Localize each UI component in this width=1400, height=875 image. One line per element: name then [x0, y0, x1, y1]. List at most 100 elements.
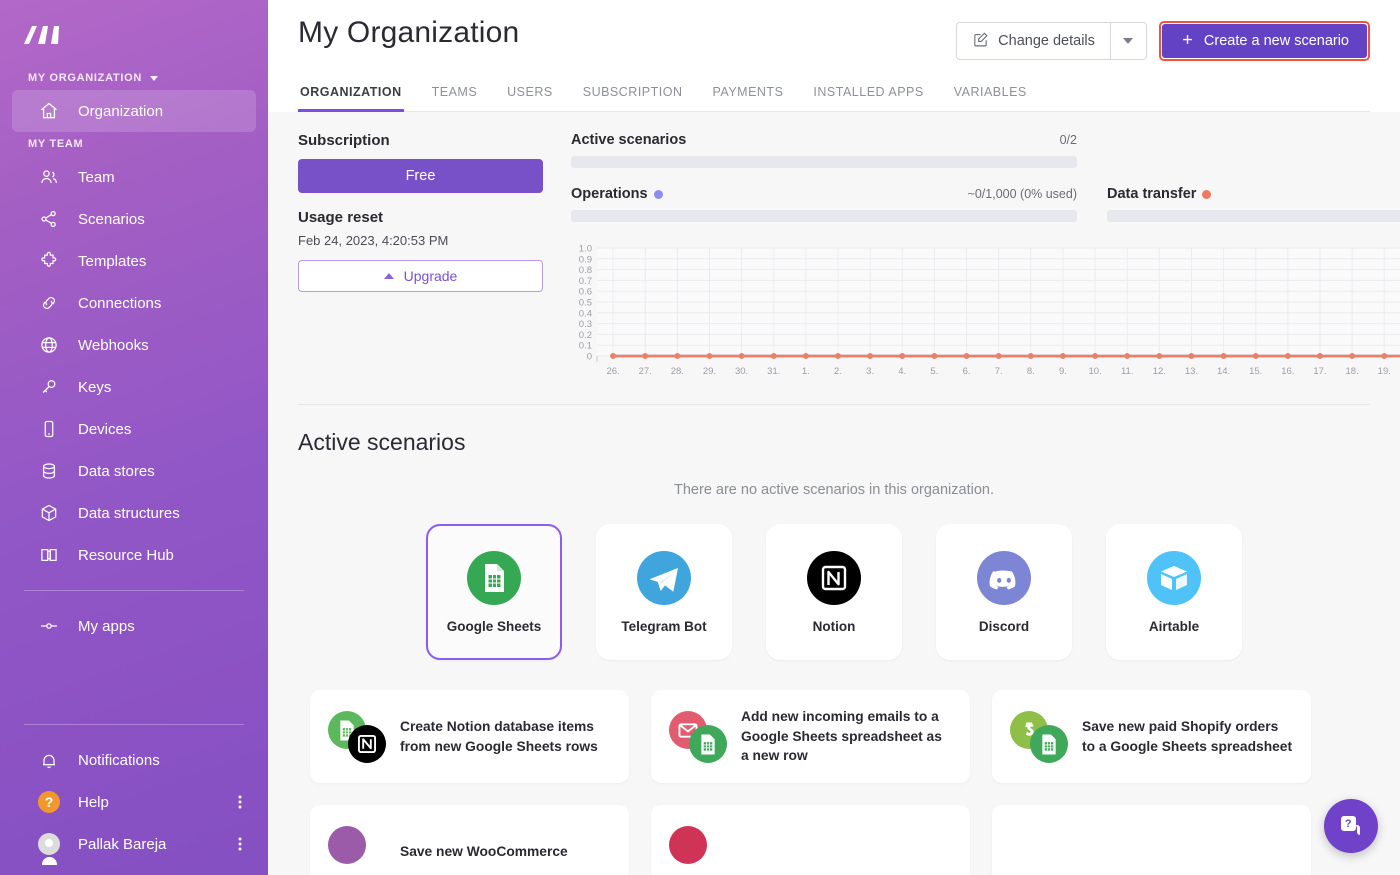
sidebar-item-team[interactable]: Team — [12, 156, 256, 198]
svg-text:0.9: 0.9 — [579, 254, 592, 265]
app-tile-telegram-bot[interactable]: Telegram Bot — [596, 524, 732, 660]
svg-text:16.: 16. — [1281, 366, 1294, 377]
change-details-button[interactable]: Change details — [957, 23, 1110, 59]
svg-text:19.: 19. — [1378, 366, 1391, 377]
overflow-menu-icon[interactable] — [238, 794, 242, 810]
sidebar-item-webhooks[interactable]: Webhooks — [12, 324, 256, 366]
sidebar-item-label: Pallak Bareja — [78, 836, 166, 853]
tab-variables[interactable]: VARIABLES — [952, 79, 1029, 112]
sidebar-item-data-stores[interactable]: Data stores — [12, 450, 256, 492]
google-sheets-icon — [689, 725, 727, 763]
main-content: My Organization Change details — [268, 0, 1400, 875]
template-card[interactable] — [992, 805, 1311, 875]
help-widget-button[interactable]: ? — [1324, 799, 1378, 853]
app-tile-notion[interactable]: Notion — [766, 524, 902, 660]
sidebar-item-label: Notifications — [78, 752, 160, 769]
svg-text:2.: 2. — [834, 366, 842, 377]
template-icons — [1010, 711, 1068, 763]
sidebar-item-label: Organization — [78, 103, 163, 120]
sidebar-item-notifications[interactable]: Notifications — [12, 739, 256, 781]
svg-text:10.: 10. — [1088, 366, 1101, 377]
sidebar-divider — [24, 590, 244, 591]
sidebar-item-label: Devices — [78, 421, 131, 438]
svg-text:15.: 15. — [1249, 366, 1262, 377]
telegram-icon — [637, 551, 691, 605]
svg-text:5.: 5. — [930, 366, 938, 377]
change-details-dropdown-button[interactable] — [1110, 23, 1146, 59]
mailerlite-icon — [669, 826, 707, 864]
key-icon — [38, 376, 60, 398]
plan-badge-button[interactable]: Free — [298, 159, 543, 193]
sidebar-item-keys[interactable]: Keys — [12, 366, 256, 408]
app-tile-google-sheets[interactable]: Google Sheets — [426, 524, 562, 660]
sidebar-item-data-structures[interactable]: Data structures — [12, 492, 256, 534]
edit-square-icon — [972, 31, 989, 52]
discord-icon — [977, 551, 1031, 605]
sidebar-section-my-organization[interactable]: MY ORGANIZATION — [0, 66, 268, 90]
template-card-text: Create Notion database items from new Go… — [400, 717, 611, 756]
template-icons — [328, 711, 386, 763]
app-tile-airtable[interactable]: Airtable — [1106, 524, 1242, 660]
change-details-split-button[interactable]: Change details — [956, 22, 1147, 60]
template-card[interactable] — [651, 805, 970, 875]
book-icon — [38, 544, 60, 566]
template-icons — [1010, 826, 1068, 875]
sidebar: MY ORGANIZATION Organization MY TEAM Tea… — [0, 0, 268, 875]
svg-text:31.: 31. — [767, 366, 780, 377]
sidebar-item-user-profile[interactable]: Pallak Bareja — [12, 823, 256, 865]
create-new-scenario-button[interactable]: Create a new scenario — [1162, 24, 1367, 58]
chevron-up-icon — [384, 273, 394, 279]
sidebar-item-my-apps[interactable]: My apps — [12, 605, 256, 647]
help-widget-icon: ? — [1337, 812, 1365, 840]
page-header: My Organization Change details — [268, 0, 1400, 112]
header-actions: Change details Create a new scenario — [956, 16, 1370, 61]
cube-icon — [38, 502, 60, 524]
help-circle-icon: ? — [38, 791, 60, 813]
usage-reset-heading: Usage reset — [298, 209, 543, 226]
active-scenarios-value: 0/2 — [1060, 133, 1077, 147]
svg-text:0.7: 0.7 — [579, 276, 592, 287]
app-tile-discord[interactable]: Discord — [936, 524, 1072, 660]
sidebar-item-templates[interactable]: Templates — [12, 240, 256, 282]
template-card[interactable]: Add new incoming emails to a Google Shee… — [651, 690, 970, 783]
overview-panels: Subscription Free Usage reset Feb 24, 20… — [298, 112, 1370, 382]
sidebar-item-organization[interactable]: Organization — [12, 90, 256, 132]
tab-payments[interactable]: PAYMENTS — [711, 79, 786, 112]
sidebar-item-help[interactable]: ? Help — [12, 781, 256, 823]
page-title: My Organization — [298, 16, 519, 50]
tab-organization[interactable]: ORGANIZATION — [298, 79, 404, 112]
tab-teams[interactable]: TEAMS — [430, 79, 480, 112]
sidebar-item-scenarios[interactable]: Scenarios — [12, 198, 256, 240]
sidebar-item-resource-hub[interactable]: Resource Hub — [12, 534, 256, 576]
active-scenarios-section-title: Active scenarios — [298, 429, 1370, 456]
sidebar-item-label: Templates — [78, 253, 146, 270]
data-transfer-progress — [1107, 210, 1400, 222]
device-icon — [38, 418, 60, 440]
airtable-icon — [1147, 551, 1201, 605]
tab-bar: ORGANIZATION TEAMS USERS SUBSCRIPTION PA… — [298, 79, 1370, 112]
tab-subscription[interactable]: SUBSCRIPTION — [581, 79, 685, 112]
notion-icon — [807, 551, 861, 605]
svg-text:18.: 18. — [1346, 366, 1359, 377]
template-card[interactable]: Save new paid Shopify orders to a Google… — [992, 690, 1311, 783]
change-details-label: Change details — [998, 33, 1095, 49]
upgrade-button[interactable]: Upgrade — [298, 260, 543, 292]
template-cards: Create Notion database items from new Go… — [298, 690, 1370, 875]
avatar-icon — [38, 833, 60, 855]
sidebar-section-label: MY ORGANIZATION — [28, 72, 142, 84]
plus-icon — [1180, 32, 1195, 51]
template-card-text: Save new paid Shopify orders to a Google… — [1082, 717, 1293, 756]
svg-text:30.: 30. — [735, 366, 748, 377]
template-card-text: Save new WooCommerce — [400, 842, 568, 862]
tab-installed-apps[interactable]: INSTALLED APPS — [811, 79, 925, 112]
bell-icon — [38, 749, 60, 771]
sidebar-item-connections[interactable]: Connections — [12, 282, 256, 324]
template-card[interactable]: Create Notion database items from new Go… — [310, 690, 629, 783]
template-card[interactable]: Save new WooCommerce — [310, 805, 629, 875]
tab-users[interactable]: USERS — [505, 79, 555, 112]
database-icon — [38, 460, 60, 482]
overflow-menu-icon[interactable] — [238, 836, 242, 852]
sidebar-item-devices[interactable]: Devices — [12, 408, 256, 450]
logo[interactable] — [0, 0, 268, 66]
app-root: MY ORGANIZATION Organization MY TEAM Tea… — [0, 0, 1400, 875]
